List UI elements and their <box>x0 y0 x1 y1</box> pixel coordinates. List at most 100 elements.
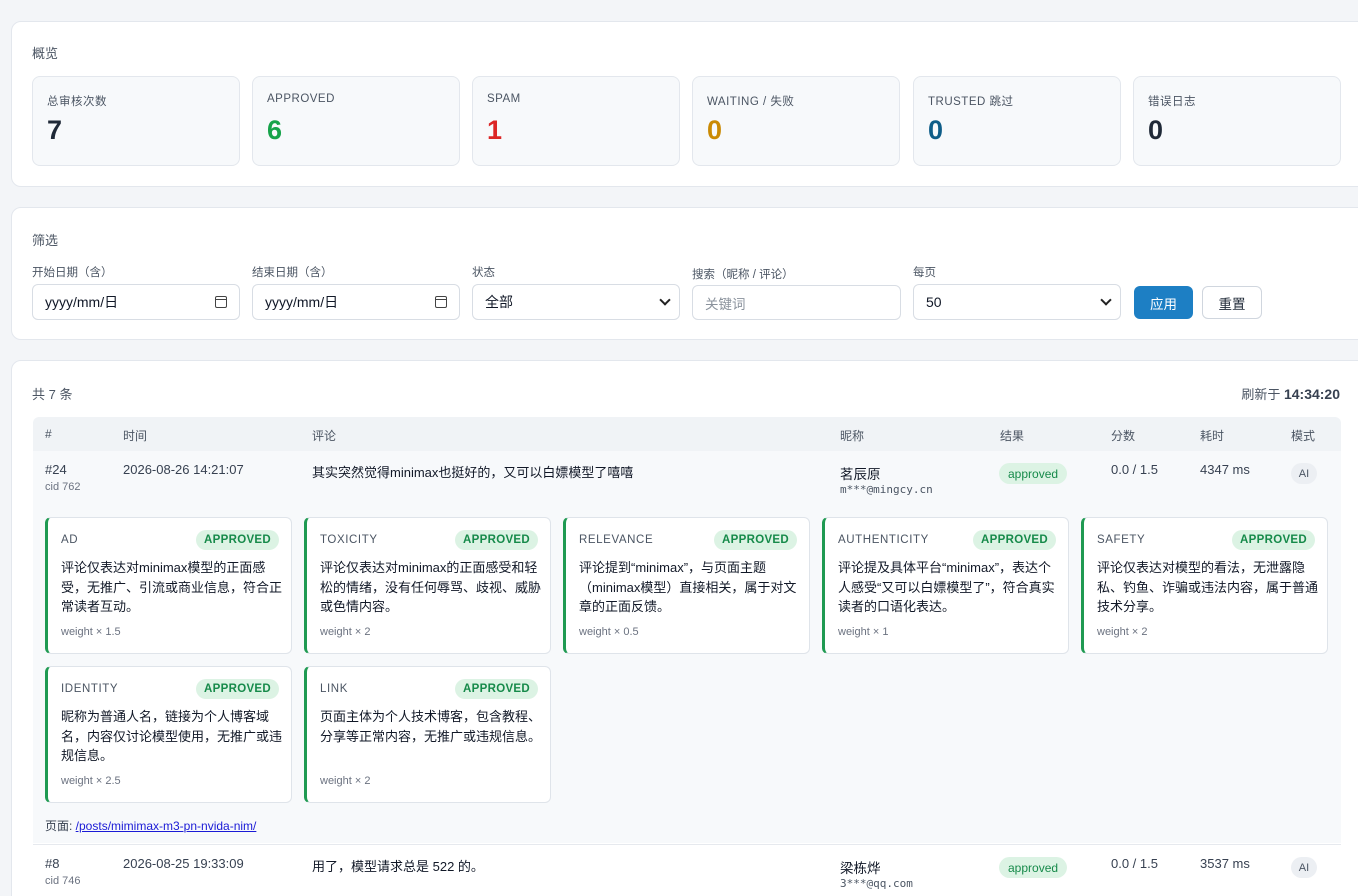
chevron-down-icon <box>659 294 671 306</box>
col-time: 时间 <box>123 429 148 443</box>
row-time: 2026-08-26 14:21:07 <box>123 462 244 477</box>
check-card-relevance: RELEVANCE APPROVED 评论提到“minimax”，与页面主题（m… <box>563 517 810 654</box>
table-row[interactable]: #24 cid 762 2026-08-26 14:21:07 其实突然觉得mi… <box>33 451 1341 843</box>
check-reason: 评论提到“minimax”，与页面主题（minimax模型）直接相关，属于对文章… <box>579 560 797 614</box>
end-date-label: 结束日期（含） <box>252 267 333 279</box>
check-weight: weight × 2 <box>320 626 371 638</box>
stat-value: 0 <box>1148 115 1164 145</box>
row-time: 2026-08-25 19:33:09 <box>123 856 244 871</box>
results-card: 共 7 条 刷新于 14:34:20 # 时间 评论 昵称 结果 分数 耗时 模… <box>11 360 1358 896</box>
apply-button[interactable]: 应用 <box>1134 286 1193 319</box>
row-id: #24 <box>45 462 67 477</box>
check-status-badge: APPROVED <box>196 530 279 550</box>
check-weight: weight × 2.5 <box>61 775 121 787</box>
page-label: 页面: <box>45 819 76 833</box>
search-input[interactable]: 关键词 <box>692 285 901 320</box>
check-status-badge: APPROVED <box>1232 530 1315 550</box>
row-email: 3***@qq.com <box>840 877 913 890</box>
check-card-authenticity: AUTHENTICITY APPROVED 评论提及具体平台“minimax”，… <box>822 517 1069 654</box>
page-link-line: 页面: /posts/mimimax-m3-pn-nvida-nim/ <box>45 817 256 834</box>
search-label: 搜索（昵称 / 评论） <box>692 269 794 281</box>
row-comment: 用了，模型请求总是 522 的。 <box>312 859 484 874</box>
check-reason: 评论提及具体平台“minimax”，表达个人感受“又可以白嫖模型了”，符合真实读… <box>838 560 1055 614</box>
result-count: 共 7 条 <box>32 387 73 402</box>
calendar-icon[interactable] <box>215 296 227 308</box>
chevron-down-icon <box>1100 294 1112 306</box>
table-row[interactable]: #8 cid 746 2026-08-25 19:33:09 用了，模型请求总是… <box>33 845 1341 896</box>
check-status-badge: APPROVED <box>455 679 538 699</box>
filter-title: 筛选 <box>32 233 59 248</box>
row-cid: cid 762 <box>45 481 81 493</box>
mode-badge: AI <box>1291 463 1317 484</box>
col-duration: 耗时 <box>1200 429 1225 443</box>
check-status-badge: APPROVED <box>973 530 1056 550</box>
row-nick: 茗辰原 <box>840 467 881 482</box>
check-reason: 昵称为普通人名，链接为个人博客域名，内容仅讨论模型使用，无推广或违规信息。 <box>61 709 283 763</box>
refresh-time-value: 14:34:20 <box>1283 386 1340 402</box>
stat-label: 总审核次数 <box>47 96 107 108</box>
col-mode: 模式 <box>1291 429 1316 443</box>
status-select[interactable]: 全部 <box>472 284 680 320</box>
calendar-icon[interactable] <box>435 296 447 308</box>
stat-label: WAITING / 失败 <box>707 96 795 108</box>
stat-value: 1 <box>487 115 503 145</box>
reset-button[interactable]: 重置 <box>1202 286 1262 319</box>
results-table: # 时间 评论 昵称 结果 分数 耗时 模式 #24 cid 762 2026-… <box>33 417 1341 896</box>
check-card-toxicity: TOXICITY APPROVED 评论仅表达对minimax的正面感受和轻松的… <box>304 517 551 654</box>
status-select-value: 全部 <box>485 294 513 310</box>
page-link[interactable]: /posts/mimimax-m3-pn-nvida-nim/ <box>76 819 257 833</box>
stat-value: 6 <box>267 115 283 145</box>
check-weight: weight × 1 <box>838 626 889 638</box>
check-weight: weight × 2 <box>1097 626 1148 638</box>
status-label: 状态 <box>472 267 495 279</box>
row-duration: 4347 ms <box>1200 462 1250 477</box>
check-reason: 评论仅表达对minimax的正面感受和轻松的情绪，没有任何辱骂、歧视、威胁或色情… <box>320 560 542 614</box>
check-name: LINK <box>320 683 348 695</box>
check-status-badge: APPROVED <box>714 530 797 550</box>
check-name: AUTHENTICITY <box>838 534 929 546</box>
check-status-badge: APPROVED <box>196 679 279 699</box>
stat-label: 错误日志 <box>1148 96 1196 108</box>
check-name: AD <box>61 534 79 546</box>
stat-label: SPAM <box>487 93 521 105</box>
overview-title: 概览 <box>32 46 59 61</box>
end-date-value: yyyy/mm/日 <box>265 294 339 310</box>
filter-card: 筛选 开始日期（含） yyyy/mm/日 结束日期（含） yyyy/mm/日 状… <box>11 207 1358 340</box>
start-date-input[interactable]: yyyy/mm/日 <box>32 284 240 320</box>
col-id: # <box>45 427 52 441</box>
row-email: m***@mingcy.cn <box>840 483 933 496</box>
check-weight: weight × 0.5 <box>579 626 639 638</box>
search-placeholder: 关键词 <box>705 296 746 312</box>
refresh-prefix: 刷新于 <box>1241 387 1284 402</box>
refresh-time: 刷新于 14:34:20 <box>1241 384 1340 403</box>
check-name: RELEVANCE <box>579 534 654 546</box>
row-nick: 梁栋烨 <box>840 861 881 876</box>
stat-total: 总审核次数 7 <box>32 76 240 166</box>
col-result: 结果 <box>1000 429 1025 443</box>
check-card-safety: SAFETY APPROVED 评论仅表达对模型的看法，无泄露隐私、钓鱼、诈骗或… <box>1081 517 1328 654</box>
stat-value: 0 <box>928 115 944 145</box>
per-page-select[interactable]: 50 <box>913 284 1121 320</box>
check-card-link: LINK APPROVED 页面主体为个人技术博客，包含教程、分享等正常内容，无… <box>304 666 551 803</box>
per-page-label: 每页 <box>913 267 936 279</box>
result-badge: approved <box>999 857 1068 878</box>
col-comment: 评论 <box>312 429 337 443</box>
stat-value: 0 <box>707 115 723 145</box>
row-id: #8 <box>45 856 60 871</box>
check-name: SAFETY <box>1097 534 1146 546</box>
row-cid: cid 746 <box>45 875 81 887</box>
stat-waiting: WAITING / 失败 0 <box>692 76 900 166</box>
check-reason: 评论仅表达对minimax模型的正面感受，无推广、引流或商业信息，符合正常读者互… <box>61 560 283 614</box>
check-reason: 评论仅表达对模型的看法，无泄露隐私、钓鱼、诈骗或违法内容，属于普通技术分享。 <box>1097 560 1319 614</box>
stat-label: APPROVED <box>267 93 335 105</box>
row-score: 0.0 / 1.5 <box>1111 856 1158 871</box>
table-header: # 时间 评论 昵称 结果 分数 耗时 模式 <box>33 417 1341 451</box>
check-card-ad: AD APPROVED 评论仅表达对minimax模型的正面感受，无推广、引流或… <box>45 517 292 654</box>
stat-value: 7 <box>47 115 63 145</box>
stat-trusted: TRUSTED 跳过 0 <box>913 76 1121 166</box>
start-date-value: yyyy/mm/日 <box>45 294 119 310</box>
result-badge: approved <box>999 463 1068 484</box>
check-card-identity: IDENTITY APPROVED 昵称为普通人名，链接为个人博客域名，内容仅讨… <box>45 666 292 803</box>
end-date-input[interactable]: yyyy/mm/日 <box>252 284 460 320</box>
stat-error-log: 错误日志 0 <box>1133 76 1341 166</box>
